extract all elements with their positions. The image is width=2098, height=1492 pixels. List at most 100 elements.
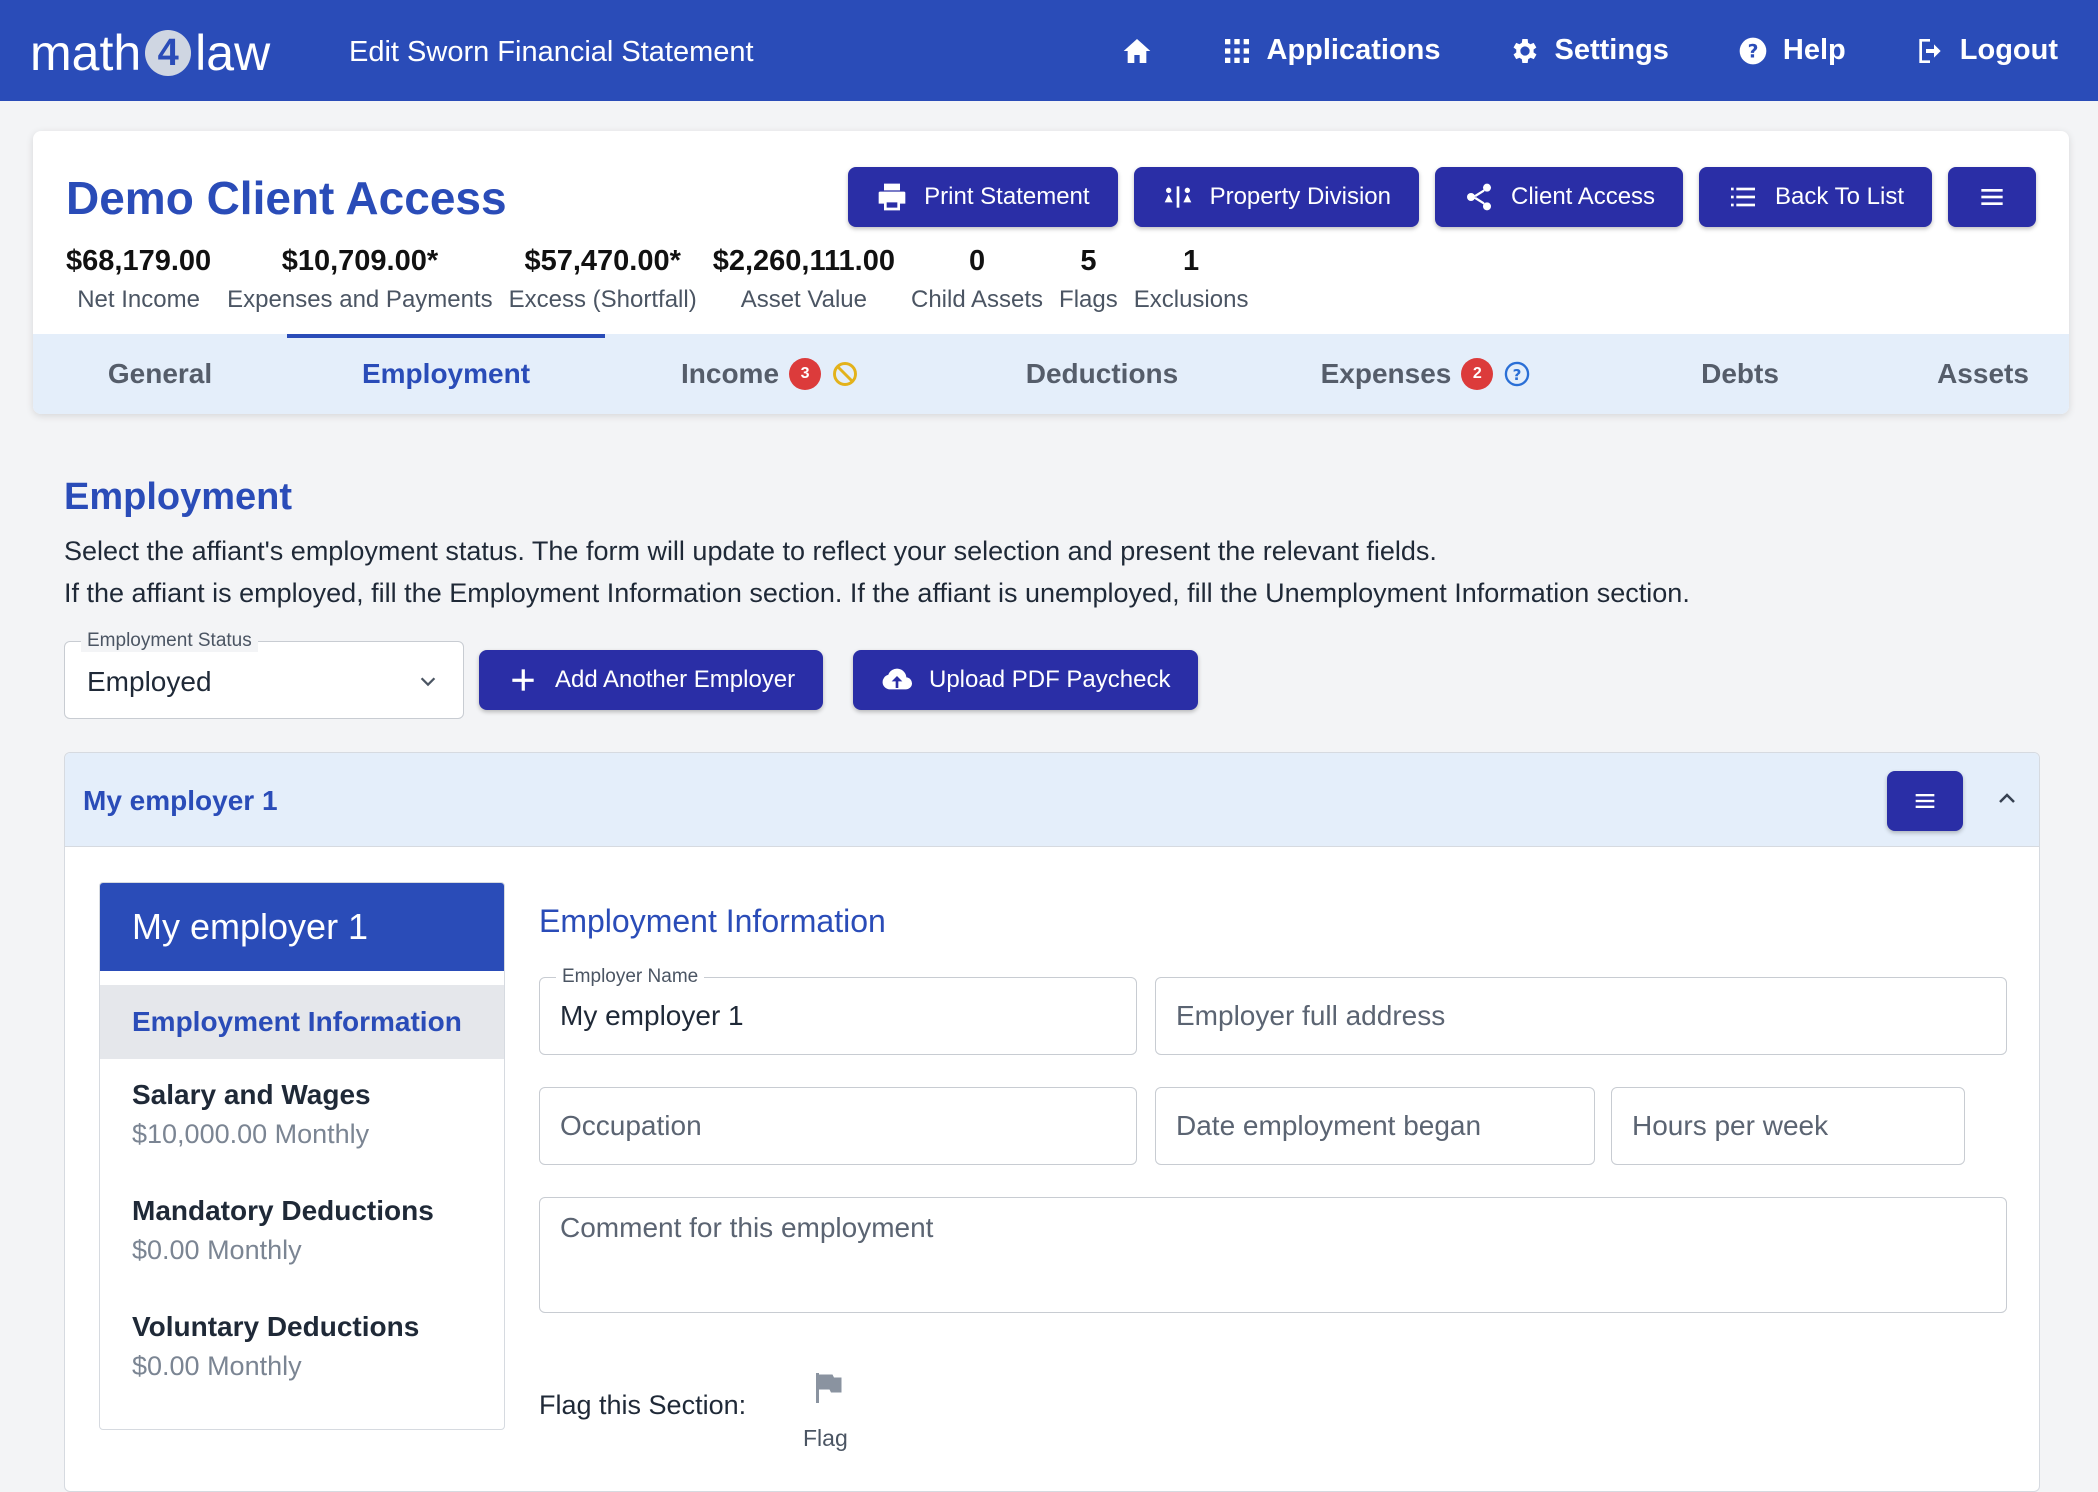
description-line-2: If the affiant is employed, fill the Emp… [64,578,1690,608]
stat-label: Excess (Shortfall) [508,286,697,313]
logo-text-right: law [195,25,271,81]
side-nav-title: My employer 1 [100,883,504,971]
side-item-mandatory-deductions[interactable]: Mandatory Deductions $0.00 Monthly [100,1195,504,1291]
employer-address-field[interactable]: Employer full address [1155,977,2007,1055]
tab-deductions-label: Deductions [1025,358,1179,389]
tab-income[interactable]: Income 3 [605,334,935,414]
occupation-placeholder: Occupation [560,1110,702,1141]
stat-net-income: $68,179.00 Net Income [66,245,211,314]
accordion-header[interactable]: My employer 1 [65,753,2039,847]
side-item-amount: $10,000.00 Monthly [132,1119,370,1149]
tab-income-label: Income [680,358,780,389]
employer-menu-button[interactable] [1887,771,1963,831]
property-division-button[interactable]: Property Division [1133,167,1419,227]
stat-value: 1 [1183,245,1200,277]
client-access-button[interactable]: Client Access [1434,167,1684,227]
employer-name-value: My employer 1 [560,1000,744,1031]
grid-icon [1224,38,1249,63]
employer-address-placeholder: Employer full address [1176,1000,1446,1031]
flag-text[interactable]: Flag [803,1425,848,1452]
stat-flags: 5 Flags [1059,245,1118,314]
property-division-icon [1164,186,1191,208]
nav-settings[interactable]: Settings [1509,34,1669,67]
main-nav: Applications Settings ? Help Logout [1053,0,2058,101]
share-icon [1466,183,1491,211]
nav-logout[interactable]: Logout [1914,34,2058,67]
accordion-title: My employer 1 [83,785,278,816]
cloud-upload-icon [882,668,913,690]
upload-paycheck-button[interactable]: Upload PDF Paycheck [853,650,1199,710]
tab-assets-label: Assets [1937,358,2029,389]
employment-status-select[interactable]: Employment Status Employed [64,630,464,719]
chevron-down-icon [420,677,436,687]
stat-value: $68,179.00 [66,245,212,277]
employer-name-label: Employer Name [556,966,705,988]
plus-icon [512,669,534,691]
print-statement-button[interactable]: Print Statement [848,167,1118,227]
logo-four: 4 [145,30,192,76]
home-icon [1123,38,1150,63]
back-to-list-button[interactable]: Back To List [1699,167,1932,227]
side-item-employment-info[interactable]: Employment Information [100,985,504,1059]
add-employer-label: Add Another Employer [555,666,796,693]
top-navbar: math 4 law Edit Sworn Financial Statemen… [0,0,2098,101]
financial-stats: $68,179.00 Net Income $10,709.00* Expens… [66,245,1264,314]
prohibited-icon [833,362,857,386]
client-access-label: Client Access [1510,183,1656,210]
employer-name-field[interactable]: Employer Name My employer 1 [539,966,1137,1055]
form-title: Employment Information [539,903,886,939]
section-title: Employment [64,476,293,518]
nav-help[interactable]: ? Help [1737,34,1846,67]
stat-value: 5 [1080,245,1097,277]
comment-textarea[interactable]: Comment for this employment [539,1197,2007,1313]
printer-icon [878,183,906,211]
stat-value: $2,260,111.00 [712,245,895,277]
hours-per-week-placeholder: Hours per week [1632,1110,1829,1141]
chevron-up-icon[interactable] [1995,787,2019,811]
svg-text:?: ? [1513,366,1522,384]
tab-employment[interactable]: Employment [287,334,605,414]
tab-expenses-label: Expenses [1320,358,1452,389]
flag-icon[interactable] [810,1370,846,1406]
nav-home[interactable] [1121,35,1153,67]
tab-assets[interactable]: Assets [1897,334,2069,414]
client-summary-card: Demo Client Access Print Statement Prope… [33,131,2069,414]
hamburger-icon [1981,189,2003,205]
stat-label: Child Assets [910,286,1044,313]
side-item-amount: $0.00 Monthly [132,1351,302,1381]
app-logo[interactable]: math 4 law [30,24,270,82]
side-item-voluntary-deductions[interactable]: Voluntary Deductions $0.00 Monthly [100,1311,504,1407]
section-description: Select the affiant's employment status. … [64,530,1690,614]
side-item-title: Voluntary Deductions [132,1311,420,1342]
stat-exclusions: 1 Exclusions [1134,245,1249,314]
help-circle-icon[interactable]: ? [1503,360,1531,388]
employer-accordion: My employer 1 My employer 1 Employment I… [64,752,2040,1492]
employer-side-nav: My employer 1 Employment Information Sal… [99,882,505,1430]
logo-text-left: math [30,25,142,81]
occupation-field[interactable]: Occupation [539,1087,1137,1165]
client-menu-button[interactable] [1948,167,2036,227]
stat-label: Flags [1059,286,1118,313]
side-item-title: Salary and Wages [132,1079,371,1110]
tab-general[interactable]: General [33,334,287,414]
add-employer-button[interactable]: Add Another Employer [479,650,824,710]
income-badge: 3 [789,358,822,390]
side-item-amount: $0.00 Monthly [132,1235,302,1265]
stat-label: Net Income [77,286,200,313]
hours-per-week-field[interactable]: Hours per week [1611,1087,1965,1165]
nav-applications[interactable]: Applications [1221,34,1441,67]
date-began-field[interactable]: Date employment began [1155,1087,1595,1165]
tab-debts[interactable]: Debts [1583,334,1897,414]
side-item-salary[interactable]: Salary and Wages $10,000.00 Monthly [100,1079,504,1175]
gear-icon [1513,38,1536,63]
tab-deductions[interactable]: Deductions [935,334,1269,414]
stat-excess: $57,470.00* Excess (Shortfall) [509,245,697,314]
stat-value: $57,470.00* [524,245,681,277]
stat-child-assets: 0 Child Assets [911,245,1043,314]
stat-label: Expenses and Payments [227,286,493,313]
expenses-badge: 2 [1461,358,1494,390]
hamburger-icon [1915,794,1935,808]
stat-value: 0 [968,245,986,277]
tab-expenses[interactable]: Expenses 2 ? [1269,334,1583,414]
list-icon [1731,187,1756,207]
